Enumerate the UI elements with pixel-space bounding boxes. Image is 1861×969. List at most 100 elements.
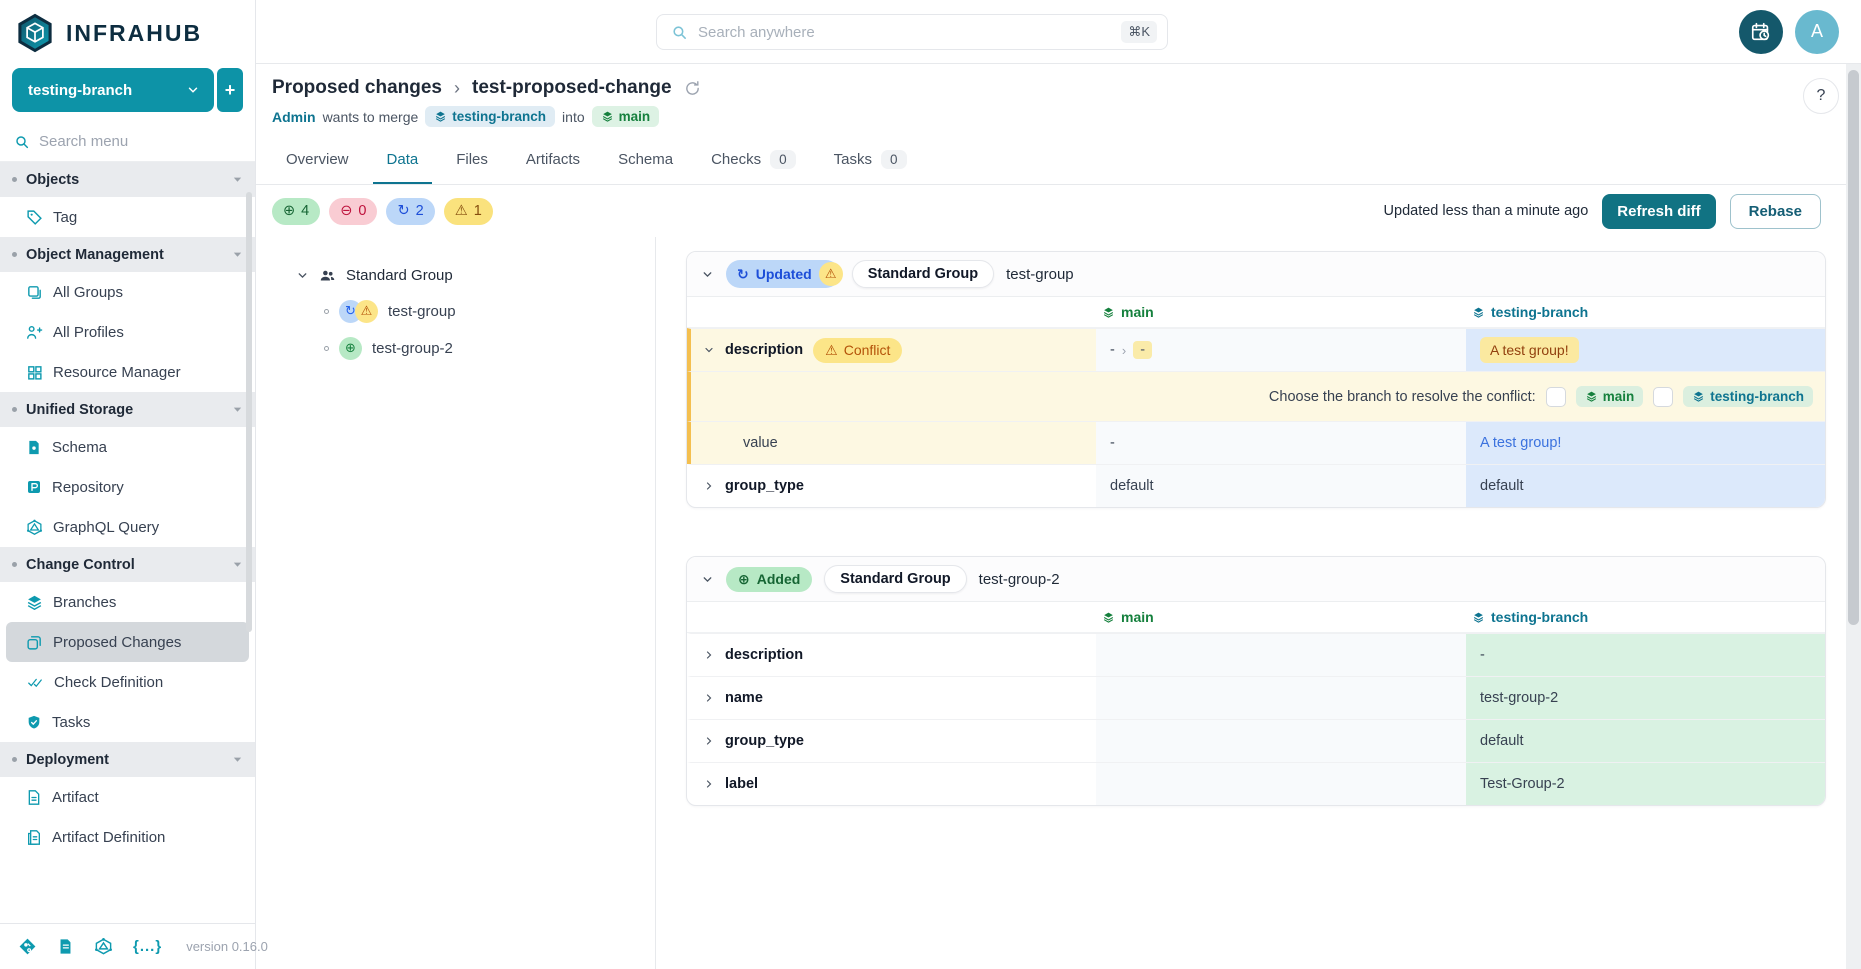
sidebar-search-input[interactable] [39, 133, 209, 150]
menu-group-unified-storage[interactable]: Unified Storage [0, 392, 255, 427]
swagger-braces-icon[interactable]: {...} [133, 938, 162, 955]
tree-node-label: test-group [388, 303, 456, 320]
target-branch-badge[interactable]: main [592, 106, 660, 127]
diff-row-description[interactable]: description - [687, 633, 1825, 676]
chevron-right-icon[interactable] [703, 649, 715, 661]
sidebar-item-label: Schema [52, 439, 107, 456]
diff-card-header[interactable]: ⊕ Added Standard Group test-group-2 [687, 557, 1825, 602]
brand-logo[interactable]: INFRAHUB [0, 0, 255, 64]
scrollbar-thumb[interactable] [1848, 70, 1859, 625]
sidebar-item-artifact-definition[interactable]: Artifact Definition [0, 817, 255, 857]
chevron-down-icon[interactable] [701, 268, 714, 281]
tree-node-test-group[interactable]: ↻ ⚠ test-group [324, 296, 655, 326]
diff-card-test-group-2: ⊕ Added Standard Group test-group-2 main [686, 556, 1826, 806]
resolve-branch-badge[interactable]: testing-branch [1683, 386, 1813, 407]
sidebar-item-artifact[interactable]: Artifact [0, 777, 255, 817]
tab-checks[interactable]: Checks0 [697, 137, 810, 184]
shield-check-icon [26, 714, 42, 731]
attribute-name: group_type [725, 478, 804, 494]
column-header-label: main [1121, 609, 1154, 625]
diff-row-group-type[interactable]: group_type default [687, 719, 1825, 762]
author-name[interactable]: Admin [272, 109, 316, 125]
chevron-down-icon[interactable] [703, 344, 715, 356]
bullet-icon [324, 346, 329, 351]
diff-row-description[interactable]: description ⚠Conflict - › - A test group… [687, 328, 1825, 371]
sidebar-scrollbar[interactable] [246, 192, 252, 632]
menu-group-label: Change Control [26, 557, 135, 573]
sidebar-item-tasks[interactable]: Tasks [0, 702, 255, 742]
menu-group-objects[interactable]: Objects [0, 162, 255, 197]
breadcrumb-root[interactable]: Proposed changes [272, 77, 442, 99]
sidebar-item-all-groups[interactable]: All Groups [0, 272, 255, 312]
branch-selector[interactable]: testing-branch [12, 68, 214, 112]
menu-group-change-control[interactable]: Change Control [0, 547, 255, 582]
merge-text: wants to merge [323, 109, 419, 125]
avatar[interactable]: A [1795, 10, 1839, 54]
add-branch-button[interactable]: + [217, 68, 243, 112]
refresh-diff-button[interactable]: Refresh diff [1602, 194, 1715, 229]
docs-icon[interactable] [57, 937, 74, 956]
graphql-voyager-icon[interactable] [94, 937, 113, 956]
branch-value: default [1480, 478, 1524, 494]
chevron-right-icon[interactable] [703, 692, 715, 704]
chevron-down-icon[interactable] [701, 573, 714, 586]
conflict-count-chip: ⚠1 [444, 198, 493, 225]
document-plus-icon [26, 829, 42, 846]
infrahub-logo-icon [14, 12, 56, 54]
tab-artifacts[interactable]: Artifacts [512, 137, 594, 184]
sidebar-item-all-profiles[interactable]: All Profiles [0, 312, 255, 352]
status-label: Updated [756, 266, 812, 282]
chevron-right-icon[interactable] [703, 480, 715, 492]
status-badge-added: ⊕ Added [726, 567, 812, 592]
sidebar-item-label: Tag [53, 209, 77, 226]
chevron-right-icon[interactable] [703, 735, 715, 747]
time-travel-button[interactable] [1739, 10, 1783, 54]
resolve-main-badge[interactable]: main [1576, 386, 1644, 407]
global-search-input[interactable] [698, 24, 1111, 41]
tab-data[interactable]: Data [373, 137, 433, 184]
chevron-down-icon [232, 174, 243, 185]
tab-overview[interactable]: Overview [272, 137, 363, 184]
resolve-main-checkbox[interactable] [1546, 387, 1566, 407]
tab-tasks[interactable]: Tasks0 [820, 137, 921, 184]
sidebar-item-proposed-changes[interactable]: Proposed Changes [6, 622, 249, 662]
diff-row-value[interactable]: value - A test group! [687, 421, 1825, 464]
sidebar-item-graphql-query[interactable]: GraphQL Query [0, 507, 255, 547]
sidebar-item-tag[interactable]: Tag [0, 197, 255, 237]
column-header-label: main [1121, 304, 1154, 320]
sidebar-item-repository[interactable]: Repository [0, 467, 255, 507]
chevron-down-icon [232, 754, 243, 765]
rebase-button[interactable]: Rebase [1730, 194, 1821, 229]
tree-node-standard-group[interactable]: Standard Group [296, 267, 655, 284]
checks-count-badge: 0 [770, 150, 796, 169]
sidebar-item-resource-manager[interactable]: Resource Manager [0, 352, 255, 392]
resolve-conflict-text: Choose the branch to resolve the conflic… [1269, 389, 1536, 405]
diff-row-name[interactable]: name test-group-2 [687, 676, 1825, 719]
sidebar-item-check-definition[interactable]: Check Definition [0, 662, 255, 702]
tag-icon [26, 209, 43, 226]
column-header-main: main [1092, 304, 1462, 320]
git-icon[interactable] [18, 937, 37, 956]
updated-count-chip: ↻2 [386, 198, 434, 225]
help-button[interactable]: ? [1803, 78, 1839, 114]
menu-group-deployment[interactable]: Deployment [0, 742, 255, 777]
sidebar-item-schema[interactable]: Schema [0, 427, 255, 467]
diff-card-header[interactable]: ↻ Updated ⚠ Standard Group test-group [687, 252, 1825, 297]
sidebar-search[interactable] [0, 122, 255, 162]
page-scrollbar[interactable] [1846, 64, 1861, 969]
content: Standard Group ↻ ⚠ test-group ⊕ t [256, 237, 1861, 969]
breadcrumb-current: test-proposed-change [472, 77, 672, 99]
global-search[interactable]: ⌘K [656, 14, 1168, 50]
chevron-right-icon[interactable] [703, 778, 715, 790]
resolve-branch-checkbox[interactable] [1653, 387, 1673, 407]
tab-schema[interactable]: Schema [604, 137, 687, 184]
tree-node-test-group-2[interactable]: ⊕ test-group-2 [324, 333, 655, 363]
tab-files[interactable]: Files [442, 137, 502, 184]
source-branch-badge[interactable]: testing-branch [425, 106, 555, 127]
refresh-icon[interactable] [684, 80, 701, 97]
menu-group-object-management[interactable]: Object Management [0, 237, 255, 272]
branch-value: default [1480, 733, 1524, 749]
diff-row-label[interactable]: label Test-Group-2 [687, 762, 1825, 805]
diff-row-group-type[interactable]: group_type default default [687, 464, 1825, 507]
sidebar-item-branches[interactable]: Branches [0, 582, 255, 622]
